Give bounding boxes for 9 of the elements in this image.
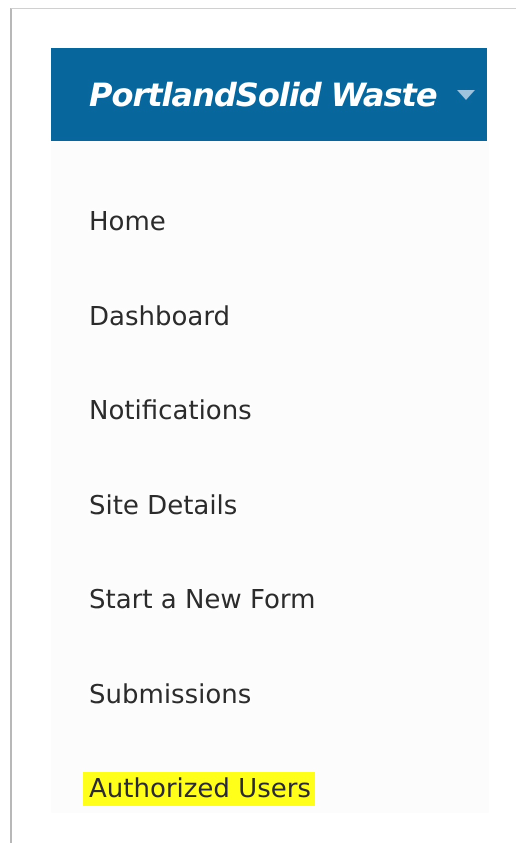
caret-icon[interactable] <box>456 90 475 100</box>
menu-item[interactable]: Notifications <box>89 394 256 428</box>
menu-item[interactable]: Home <box>89 205 170 240</box>
menu-item[interactable]: Authorized Users <box>83 772 315 806</box>
menu-item[interactable]: Start a New Form <box>89 583 320 618</box>
menu-item[interactable]: Site Details <box>89 488 242 523</box>
menu-item[interactable]: Dashboard <box>89 300 234 334</box>
site-title[interactable]: PortlandSolid Waste <box>89 76 437 114</box>
menu-item[interactable]: Submissions <box>89 678 256 712</box>
